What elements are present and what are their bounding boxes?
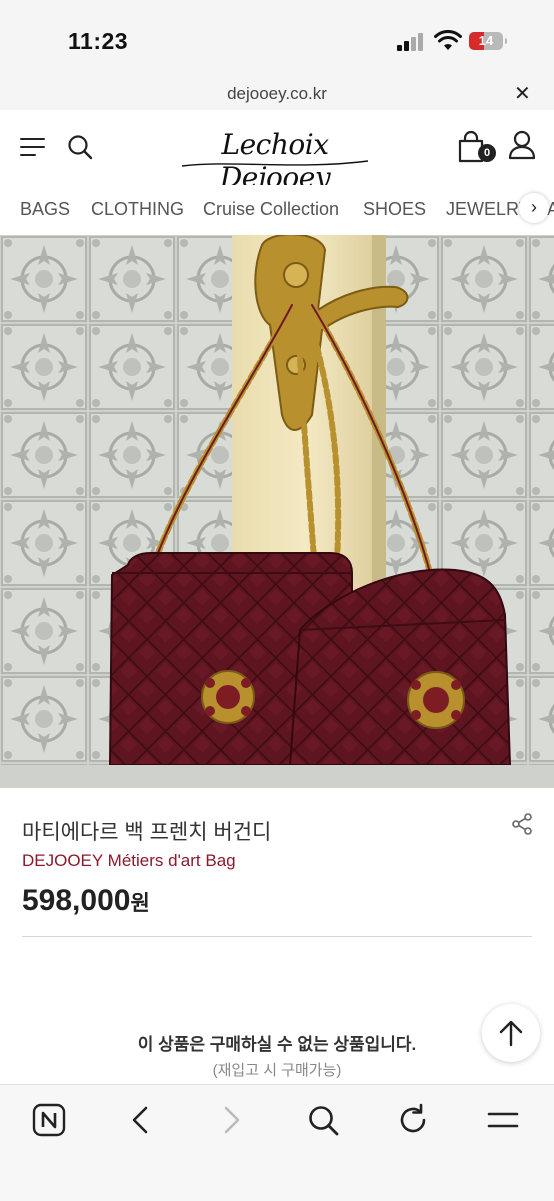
site-header: Lechoix Dejooey 0 [0, 110, 554, 194]
status-bar: 11:23 14 [0, 0, 554, 80]
wifi-icon [434, 30, 462, 50]
cart-count-badge: 0 [478, 144, 496, 162]
restock-note: (재입고 시 구매가능) [212, 1062, 342, 1079]
search-icon[interactable] [67, 134, 93, 160]
browser-toolbar [0, 1084, 554, 1201]
arrow-up-icon [499, 1020, 523, 1047]
url-text[interactable]: dejooey.co.kr [0, 84, 554, 104]
category-clothing[interactable]: CLOTHING [91, 199, 184, 220]
divider [22, 936, 532, 937]
product-name: 마티에다르 백 프렌치 버건디 [22, 821, 272, 844]
category-shoes[interactable]: SHOES [363, 199, 426, 220]
user-icon[interactable] [508, 130, 536, 160]
status-time: 11:23 [68, 28, 129, 54]
category-cruise-collection[interactable]: Cruise Collection [203, 199, 339, 220]
product-image[interactable] [0, 235, 554, 788]
back-icon[interactable] [124, 1103, 158, 1137]
battery-level: 14 [478, 33, 494, 48]
naver-home-icon[interactable] [32, 1103, 66, 1137]
price-value: 598,000 [22, 884, 131, 917]
category-nav: BAGS CLOTHING Cruise Collection SHOES JE… [0, 185, 554, 235]
share-icon[interactable] [510, 812, 534, 836]
scroll-to-top-button[interactable] [482, 1004, 540, 1062]
search-icon[interactable] [306, 1103, 340, 1137]
unavailable-message: 이 상품은 구매하실 수 없는 상품입니다. [137, 1035, 417, 1054]
site-logo[interactable]: Lechoix Dejooey [170, 122, 380, 194]
product-brand-name: DEJOOEY Métiers d'art Bag [22, 851, 236, 870]
product-price: 598,000원 [22, 884, 150, 918]
reload-icon[interactable] [396, 1103, 430, 1137]
cellular-signal-icon [397, 33, 425, 51]
category-bags[interactable]: BAGS [20, 199, 70, 220]
category-jewelry[interactable]: JEWELRY [446, 199, 531, 220]
battery-icon: 14 [469, 32, 507, 50]
browser-url-bar[interactable]: dejooey.co.kr ✕ [0, 80, 554, 110]
forward-icon[interactable] [214, 1103, 248, 1137]
menu-icon[interactable] [486, 1103, 520, 1137]
close-icon[interactable]: ✕ [514, 83, 531, 105]
price-currency: 원 [130, 892, 150, 915]
category-scroll-next-button[interactable]: › [519, 193, 549, 223]
chevron-right-icon: › [531, 197, 537, 217]
hamburger-menu-icon[interactable] [20, 138, 45, 156]
